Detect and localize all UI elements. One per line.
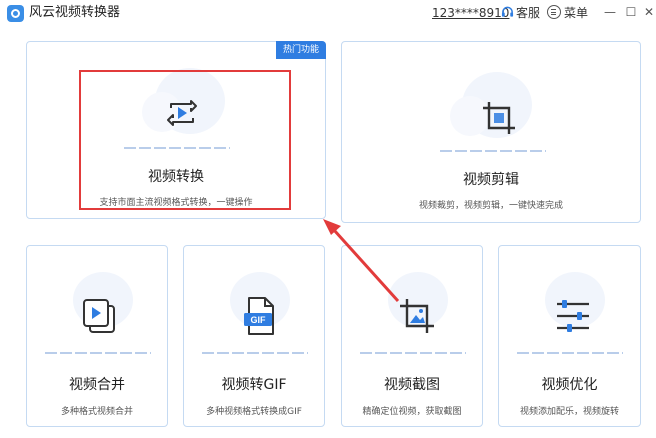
card-title: 视频合并 [69, 377, 125, 393]
card-title: 视频截图 [384, 377, 440, 393]
gif-icon-text: GIF [251, 315, 267, 325]
minimize-button[interactable]: — [603, 5, 617, 19]
video-merge-icon [83, 299, 115, 333]
title-bar: 风云视频转换器 123****8910 客服 菜单 — ☐ ✕ [0, 0, 656, 26]
crop-image-icon [400, 299, 434, 333]
app-title: 风云视频转换器 [29, 5, 121, 20]
headset-icon[interactable] [501, 6, 514, 19]
crop-icon [483, 102, 515, 134]
card-title: 视频优化 [541, 377, 598, 393]
app-logo-icon [7, 5, 24, 22]
card-title: 视频转GIF [221, 377, 287, 393]
hot-feature-badge: 热门功能 [276, 41, 326, 59]
card-video-gif[interactable]: GIF 视频转GIF 多种视频格式转换成GIF [183, 245, 325, 427]
card-desc: 视频添加配乐，视频旋转 [519, 407, 619, 417]
annotation-highlight-box [79, 70, 291, 210]
close-button[interactable]: ✕ [642, 5, 656, 19]
card-title: 视频剪辑 [463, 172, 519, 188]
sliders-icon [557, 300, 589, 332]
account-link[interactable]: 123****8910 [432, 5, 509, 21]
card-video-optimize[interactable]: 视频优化 视频添加配乐，视频旋转 [498, 245, 641, 427]
card-video-screenshot[interactable]: 视频截图 精确定位视频，获取截图 [341, 245, 483, 427]
card-desc: 视频裁剪，视频剪辑，一键快速完成 [418, 201, 563, 211]
card-video-edit[interactable]: 视频剪辑 视频裁剪，视频剪辑，一键快速完成 [341, 41, 641, 223]
card-video-merge[interactable]: 视频合并 多种格式视频合并 [26, 245, 168, 427]
menu-icon[interactable] [547, 5, 561, 19]
card-desc: 多种视频格式转换成GIF [206, 407, 302, 417]
card-desc: 精确定位视频，获取截图 [362, 407, 462, 417]
maximize-button[interactable]: ☐ [624, 5, 638, 19]
service-button[interactable]: 客服 [516, 5, 540, 21]
gif-file-icon: GIF [244, 297, 274, 335]
menu-button[interactable]: 菜单 [564, 5, 588, 21]
card-desc: 多种格式视频合并 [60, 407, 133, 417]
